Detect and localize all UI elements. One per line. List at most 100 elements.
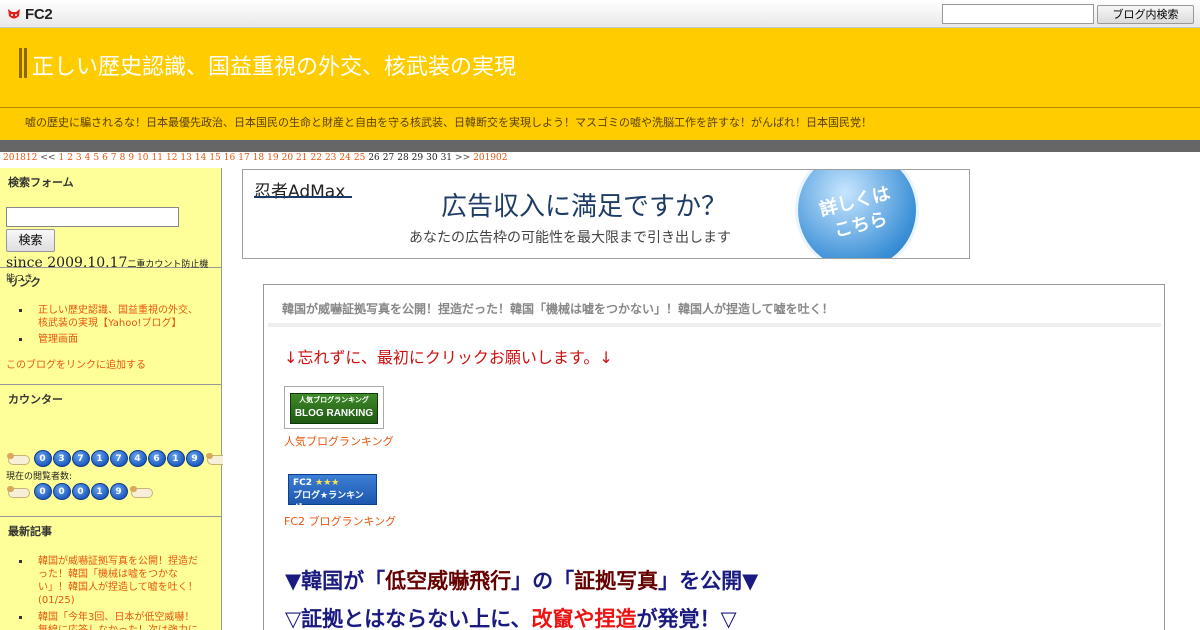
dog-icon [128, 484, 156, 500]
counter-digit: 6 [147, 450, 166, 467]
calendar-day[interactable]: 4 [85, 153, 91, 163]
calendar-next-arrow[interactable]: >> [455, 153, 470, 163]
calendar-day[interactable]: 19 [267, 153, 278, 163]
counter-digit: 9 [185, 450, 204, 467]
calendar-day: 29 [411, 153, 424, 163]
calendar-day[interactable]: 22 [311, 153, 322, 163]
calendar-day: 26 [368, 153, 380, 163]
sidebar-link-admin[interactable]: 管理画面 [19, 333, 199, 346]
calendar-day[interactable]: 25 [354, 153, 365, 163]
ad-brand-underline [254, 196, 352, 198]
sidebar-link-yahoo-blog[interactable]: 正しい歴史認識、国益重視の外交、核武装の実現【Yahoo!ブログ】 [19, 304, 199, 330]
fc2-ranking-link[interactable]: FC2 ブログランキング [284, 513, 396, 529]
counter-digit: 7 [109, 450, 128, 467]
calendar-day[interactable]: 21 [296, 153, 307, 163]
access-counter: 037174619 [5, 450, 232, 467]
calendar-day[interactable]: 18 [253, 153, 264, 163]
counter-digit: 7 [71, 450, 90, 467]
calendar-day[interactable]: 9 [128, 153, 134, 163]
calendar-day: 31 [440, 153, 453, 163]
calendar-day[interactable]: 1 [58, 153, 64, 163]
calendar-day[interactable]: 15 [209, 153, 220, 163]
blog-ranking-banner-en: BLOG RANKING [294, 408, 374, 419]
counter-digit: 9 [109, 483, 128, 500]
blog-ranking-banner-jp: 人気ブログランキング [299, 396, 369, 404]
entry-heading-1: ▼韓国が「低空威嚇飛行」の「証拠写真」を公開▼ [285, 569, 759, 593]
calendar-day: 27 [382, 153, 395, 163]
counter-digit: 1 [90, 450, 109, 467]
header-divider [0, 107, 1200, 108]
recent-article-1[interactable]: 韓国が威嚇証拠写真を公開！捏造だった！韓国「機械は嘘をつかない」！韓国人が捏造し… [19, 555, 201, 607]
blog-entry: 韓国が威嚇証拠写真を公開！捏造だった！韓国「機械は嘘をつかない」！韓国人が捏造し… [263, 284, 1165, 630]
calendar-day[interactable]: 24 [339, 153, 350, 163]
fc2-logo-text: FC2 [25, 5, 53, 23]
blog-ranking-banner[interactable]: 人気ブログランキング BLOG RANKING [284, 386, 384, 429]
calendar-day[interactable]: 14 [195, 153, 206, 163]
calendar-prev-arrow[interactable]: << [40, 153, 55, 163]
entry-title-rule [268, 323, 1161, 327]
calendar-day[interactable]: 17 [238, 153, 249, 163]
calendar-bar: 201812 << 1 2 3 4 5 6 7 8 9 10 11 12 13 14 15 16 17 18 19 20 2… [3, 153, 510, 163]
entry-title[interactable]: 韓国が威嚇証拠写真を公開！捏造だった！韓国「機械は嘘をつかない」！韓国人が捏造し… [282, 300, 834, 317]
sidebar-search-heading: 検索フォーム [8, 176, 74, 189]
counter-since: since 2009.10.17二重カウント防止機 [6, 255, 209, 271]
fc2-fox-icon [6, 6, 22, 22]
blog-description: 嘘の歴史に騙されるな！日本最優先政治、日本国民の生命と財産と自由を守る核武装、日… [25, 116, 872, 129]
sidebar-links-heading: リンク [8, 276, 41, 289]
sidebar-counter-heading: カウンター [8, 393, 63, 406]
fc2-logo[interactable]: FC2 [6, 5, 53, 23]
calendar-day[interactable]: 3 [76, 153, 82, 163]
calendar-prev-month[interactable]: 201812 [3, 153, 37, 163]
ad-brand: 忍者AdMax [254, 182, 346, 202]
header-bottom-band [0, 140, 1200, 152]
sidebar-search-input[interactable] [6, 207, 179, 227]
calendar-day[interactable]: 11 [152, 153, 163, 163]
blog-search-input[interactable] [942, 4, 1094, 24]
sidebar-search-button[interactable]: 検索 [6, 229, 55, 252]
counter-digit: 3 [52, 450, 71, 467]
counter-digit: 0 [33, 450, 52, 467]
sidebar-recent-heading: 最新記事 [8, 525, 52, 538]
calendar-day[interactable]: 8 [120, 153, 126, 163]
calendar-day: 30 [426, 153, 438, 163]
calendar-day[interactable]: 7 [111, 153, 117, 163]
counter-digit: 0 [33, 483, 52, 500]
calendar-day[interactable]: 16 [224, 153, 235, 163]
sidebar-links-list: 正しい歴史認識、国益重視の外交、核武装の実現【Yahoo!ブログ】 管理画面 [19, 304, 199, 346]
visitors-label: 現在の閲覧者数: [6, 472, 73, 482]
calendar-day[interactable]: 6 [102, 153, 108, 163]
calendar-day[interactable]: 2 [67, 153, 73, 163]
add-link-button[interactable]: このブログをリンクに追加する [6, 356, 146, 371]
recent-article-2[interactable]: 韓国「今年3回、日本が低空威嚇！無線に応答しなかった！次は強力に [19, 611, 201, 630]
sidebar: 検索フォーム 検索 リンク 正しい歴史認識、国益重視の外交、核武装の実現【Yah… [0, 168, 222, 630]
fc2-ranking-banner-top: FC2 ★★★ [293, 478, 340, 488]
calendar-next-month[interactable]: 201902 [473, 153, 507, 163]
calendar-day[interactable]: 12 [166, 153, 177, 163]
fc2-top-bar: FC2 ブログ内検索 [0, 0, 1200, 28]
counter-since-note: 能つき [6, 274, 34, 284]
fc2-ranking-banner[interactable]: FC2 ★★★ ブログ★ランキング [288, 474, 377, 514]
star-icon: ★★★ [315, 478, 340, 488]
calendar-day[interactable]: 10 [137, 153, 148, 163]
dog-icon [5, 484, 33, 500]
title-bars-icon [19, 48, 28, 78]
entry-heading-2: ▽証拠とはならない上に、改竄や捏造が発覚！▽ [285, 607, 737, 630]
sidebar-links-box: リンク 正しい歴史認識、国益重視の外交、核武装の実現【Yahoo!ブログ】 管理… [0, 268, 221, 385]
blog-search-button[interactable]: ブログ内検索 [1097, 5, 1194, 24]
admax-banner[interactable]: 忍者AdMax 広告収入に満足ですか？ あなたの広告枠の可能性を最大限まで引き出… [242, 169, 970, 259]
blog-header: 正しい歴史認識、国益重視の外交、核武装の実現 嘘の歴史に騙されるな！日本最優先政… [0, 28, 1200, 140]
blog-ranking-banner-image: 人気ブログランキング BLOG RANKING [290, 393, 378, 424]
counter-digit: 0 [52, 483, 71, 500]
counter-digit: 0 [71, 483, 90, 500]
ad-subtext: あなたの広告枠の可能性を最大限まで引き出します [409, 230, 731, 246]
calendar-day[interactable]: 13 [180, 153, 191, 163]
calendar-day: 28 [397, 153, 409, 163]
sidebar-recent-box: 最新記事 韓国が威嚇証拠写真を公開！捏造だった！韓国「機械は嘘をつかない」！韓国… [0, 517, 221, 630]
calendar-day[interactable]: 20 [282, 153, 293, 163]
blog-title[interactable]: 正しい歴史認識、国益重視の外交、核武装の実現 [32, 49, 516, 81]
calendar-day[interactable]: 23 [325, 153, 336, 163]
calendar-day[interactable]: 5 [93, 153, 99, 163]
blog-ranking-link[interactable]: 人気ブログランキング [284, 433, 394, 449]
counter-digit: 4 [128, 450, 147, 467]
visitor-counter: 00019 [5, 483, 156, 500]
